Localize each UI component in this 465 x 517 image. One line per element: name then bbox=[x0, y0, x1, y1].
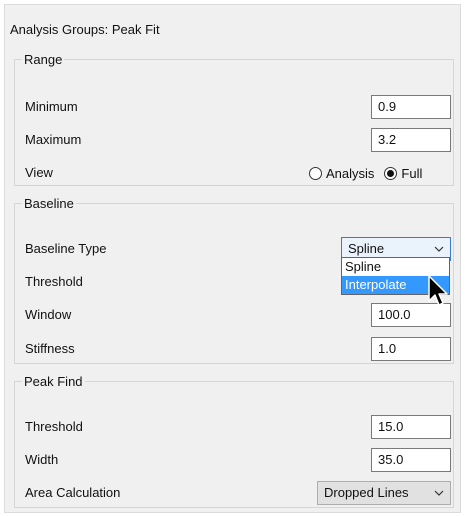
view-label: View bbox=[25, 165, 53, 180]
baseline-type-label: Baseline Type bbox=[25, 241, 107, 256]
stiffness-label: Stiffness bbox=[25, 341, 75, 356]
area-calculation-label: Area Calculation bbox=[25, 485, 121, 500]
width-field[interactable]: 35.0 bbox=[371, 448, 451, 472]
view-radio-full-label: Full bbox=[401, 165, 423, 181]
maximum-field[interactable]: 3.2 bbox=[371, 128, 451, 152]
range-group: Range Minimum 0.9 Maximum 3.2 View Analy… bbox=[14, 52, 454, 186]
dropdown-option-spline[interactable]: Spline bbox=[342, 258, 449, 276]
view-radio-full[interactable]: Full bbox=[384, 166, 422, 181]
radio-selected-icon bbox=[384, 166, 398, 180]
view-radio-analysis[interactable]: Analysis bbox=[309, 166, 374, 181]
peak-find-legend: Peak Find bbox=[24, 374, 83, 389]
maximum-label: Maximum bbox=[25, 132, 82, 147]
range-legend: Range bbox=[24, 52, 63, 67]
minimum-field[interactable]: 0.9 bbox=[371, 95, 451, 119]
mouse-pointer-icon bbox=[428, 275, 452, 314]
peak-find-group: Peak Find Threshold 15.0 Width 35.0 Area… bbox=[14, 374, 454, 508]
view-radio-analysis-label: Analysis bbox=[326, 165, 375, 181]
area-calculation-select[interactable]: Dropped Lines bbox=[317, 481, 451, 505]
stiffness-field[interactable]: 1.0 bbox=[371, 337, 451, 361]
area-calculation-value: Dropped Lines bbox=[324, 485, 409, 500]
minimum-label: Minimum bbox=[25, 99, 78, 114]
width-label: Width bbox=[25, 452, 59, 467]
baseline-threshold-label: Threshold bbox=[25, 274, 83, 289]
peak-threshold-label: Threshold bbox=[25, 419, 83, 434]
peak-threshold-field[interactable]: 15.0 bbox=[371, 415, 451, 439]
panel-title: Analysis Groups: Peak Fit bbox=[10, 22, 160, 37]
view-radio-group: Analysis Full bbox=[303, 161, 422, 185]
radio-unselected-icon bbox=[309, 166, 322, 180]
baseline-legend: Baseline bbox=[24, 196, 74, 211]
window-label: Window bbox=[25, 307, 72, 322]
chevron-down-icon bbox=[434, 482, 444, 504]
